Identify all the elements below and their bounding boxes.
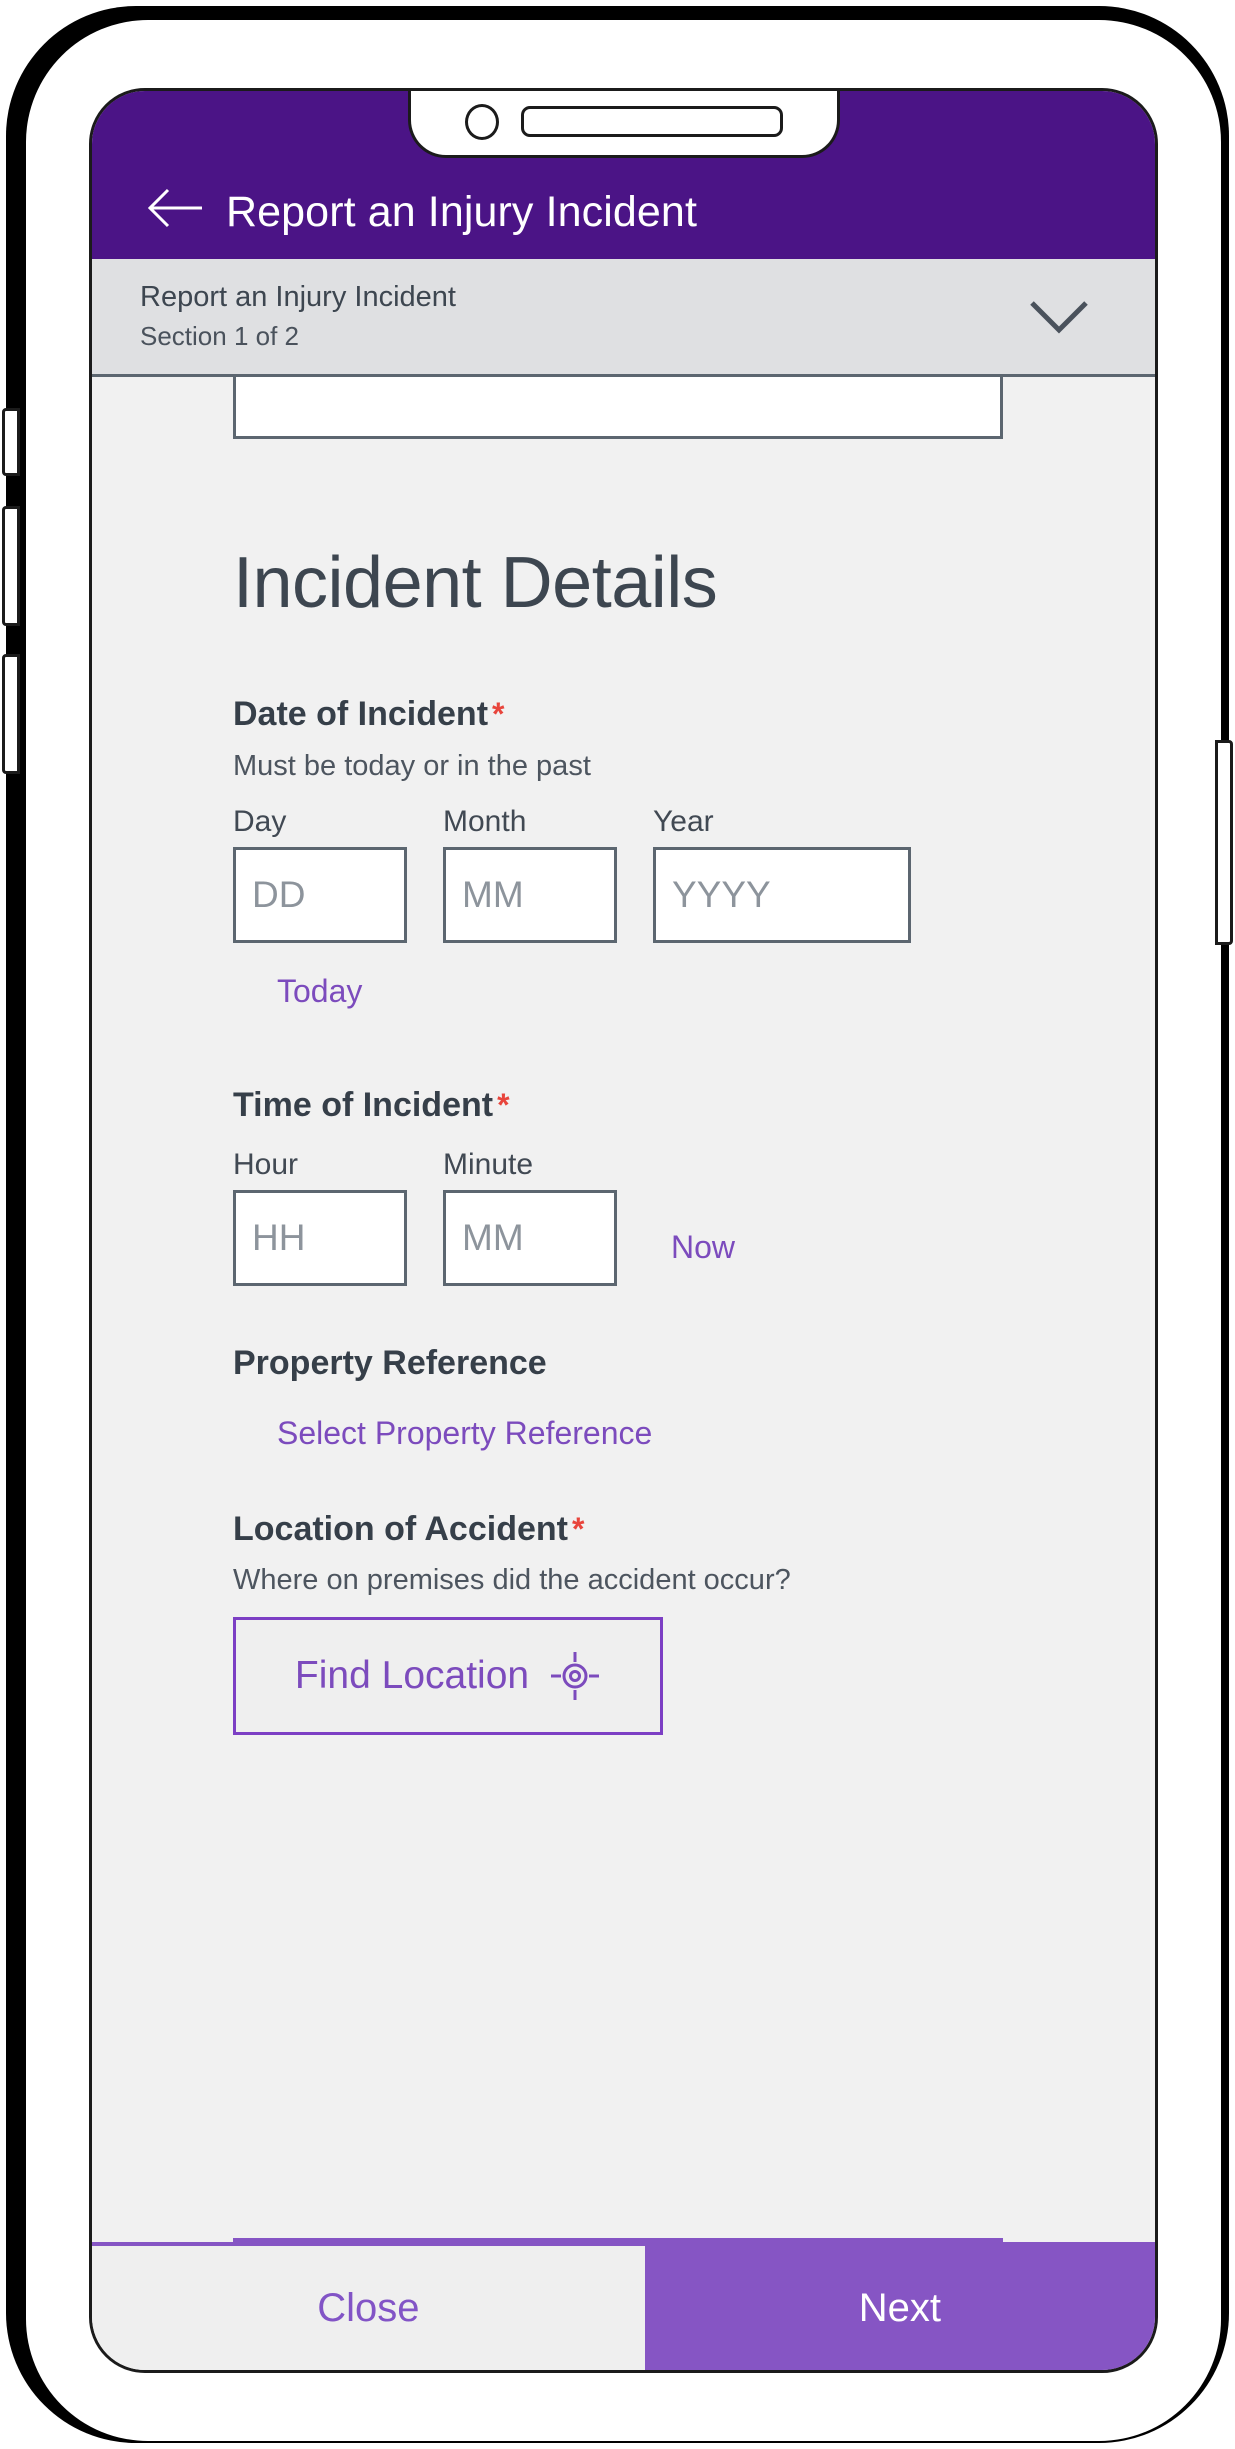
- silent-switch-button[interactable]: [2, 408, 20, 476]
- property-reference-label: Property Reference: [233, 1344, 547, 1382]
- day-field-cell: Day DD: [233, 805, 407, 943]
- required-indicator: *: [497, 1086, 510, 1123]
- time-inputs-row: Hour HH Minute MM Now: [233, 1148, 1107, 1286]
- section-progress-label: Section 1 of 2: [140, 321, 299, 351]
- next-button[interactable]: Next: [644, 2246, 1155, 2370]
- crosshair-target-icon: [551, 1652, 600, 1700]
- minute-label: Minute: [443, 1148, 534, 1181]
- volume-down-button[interactable]: [2, 654, 20, 774]
- previous-field-textbox[interactable]: [233, 377, 1003, 439]
- phone-notch: [407, 91, 840, 158]
- section-bar-text: Report an Injury Incident Section 1 of 2: [140, 281, 456, 352]
- date-of-incident-hint: Must be today or in the past: [233, 749, 591, 782]
- bottom-action-bar: Close Next: [92, 2242, 1155, 2370]
- month-field-cell: Month MM: [443, 805, 617, 943]
- now-link[interactable]: Now: [671, 1229, 735, 1266]
- month-input[interactable]: MM: [443, 846, 617, 943]
- today-link-wrap: Today: [277, 973, 1107, 1010]
- hour-input[interactable]: HH: [233, 1190, 407, 1286]
- required-indicator: *: [571, 1510, 585, 1547]
- arrow-left-icon: [147, 188, 202, 228]
- hour-field-cell: Hour HH: [233, 1148, 407, 1286]
- form-content: Incident Details Date of Incident * Must …: [92, 439, 1155, 1735]
- date-of-incident-group: Date of Incident * Must be today or in th…: [233, 693, 1107, 1010]
- property-reference-group: Property Reference Select Property Refer…: [233, 1342, 1107, 1452]
- time-of-incident-label: Time of Incident *: [233, 1084, 1107, 1127]
- form-scroll-area[interactable]: Incident Details Date of Incident * Must …: [92, 377, 1155, 2242]
- today-link[interactable]: Today: [277, 973, 362, 1010]
- phone-screen: Report an Injury Incident Report an Inju…: [89, 88, 1158, 2373]
- find-location-label: Find Location: [294, 1654, 530, 1697]
- date-inputs-row: Day DD Month MM Year YYYY: [233, 805, 1107, 943]
- find-location-button[interactable]: Find Location: [233, 1617, 663, 1735]
- back-button[interactable]: [140, 179, 210, 237]
- day-label: Day: [233, 804, 287, 838]
- time-of-incident-group: Time of Incident * Hour HH Minute MM Now: [233, 1084, 1107, 1286]
- section-bar[interactable]: Report an Injury Incident Section 1 of 2: [92, 259, 1155, 377]
- power-button[interactable]: [1215, 740, 1233, 945]
- year-input[interactable]: YYYY: [653, 846, 911, 943]
- page-title: Incident Details: [233, 543, 718, 623]
- month-label: Month: [443, 804, 527, 838]
- location-of-accident-group: Location of Accident * Where on premises …: [233, 1508, 1107, 1735]
- time-of-incident-label-text: Time of Incident: [233, 1085, 494, 1124]
- day-input[interactable]: DD: [233, 846, 407, 943]
- phone-frame: Report an Injury Incident Report an Inju…: [2, 6, 1233, 2443]
- close-button[interactable]: Close: [92, 2246, 645, 2370]
- minute-field-cell: Minute MM: [443, 1148, 617, 1286]
- year-label: Year: [653, 804, 714, 838]
- volume-up-button[interactable]: [2, 506, 20, 626]
- date-of-incident-label: Date of Incident *: [233, 693, 1107, 736]
- hour-label: Hour: [233, 1148, 299, 1181]
- section-title: Report an Injury Incident: [140, 281, 456, 313]
- required-indicator: *: [492, 696, 505, 732]
- location-of-accident-label-text: Location of Accident: [233, 1509, 568, 1548]
- select-property-reference-link[interactable]: Select Property Reference: [277, 1415, 652, 1452]
- app-title: Report an Injury Incident: [226, 188, 697, 236]
- earpiece-speaker-icon: [520, 106, 783, 137]
- date-of-incident-label-text: Date of Incident: [233, 695, 489, 733]
- property-reference-link-wrap: Select Property Reference: [277, 1415, 1107, 1452]
- front-camera-icon: [464, 103, 499, 140]
- location-of-accident-hint: Where on premises did the accident occur…: [233, 1564, 791, 1596]
- section-expand-button[interactable]: [1015, 286, 1103, 348]
- year-field-cell: Year YYYY: [653, 805, 911, 943]
- minute-input[interactable]: MM: [443, 1190, 617, 1286]
- chevron-down-icon: [1030, 300, 1088, 334]
- location-of-accident-label: Location of Accident *: [233, 1508, 1107, 1551]
